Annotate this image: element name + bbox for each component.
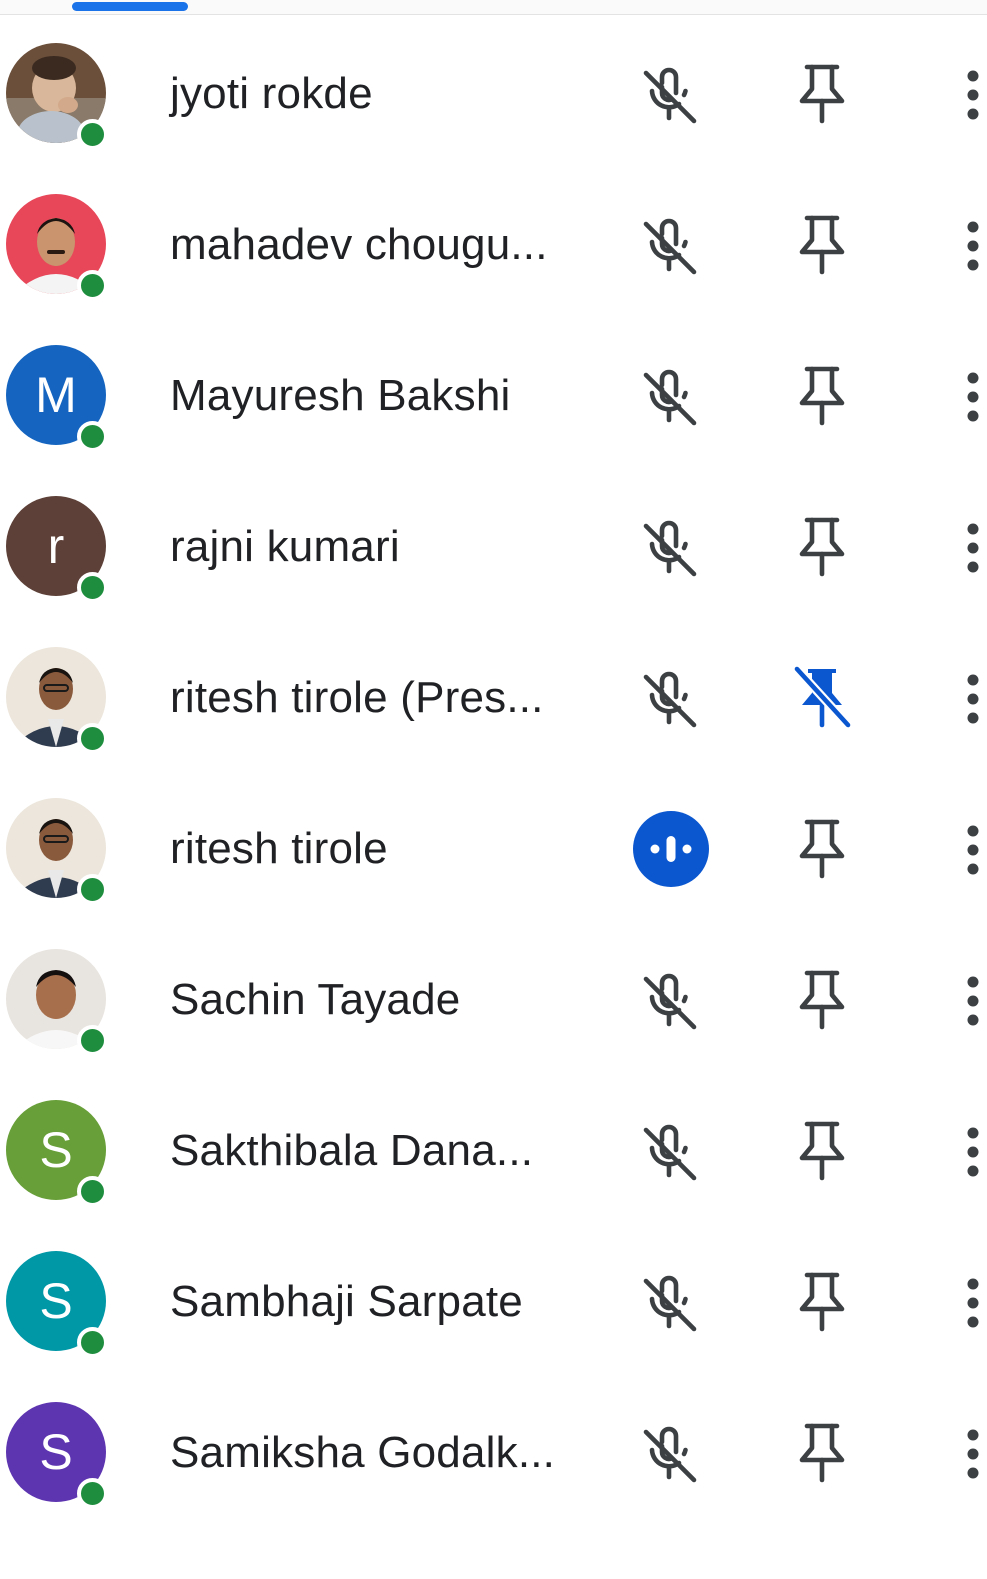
participant-row[interactable]: S Sakthibala Dana... xyxy=(0,1075,987,1226)
mic-muted-icon xyxy=(636,214,702,280)
pin-icon[interactable] xyxy=(793,1420,851,1486)
more-options-icon[interactable] xyxy=(958,666,987,732)
pin-icon[interactable] xyxy=(793,816,851,882)
pin-icon[interactable] xyxy=(793,1118,851,1184)
participant-name: rajni kumari xyxy=(170,522,400,571)
participant-list: Jjayashri satrejyoti rokdemahadev chougu… xyxy=(0,0,987,1528)
online-status-dot xyxy=(77,1478,108,1509)
participant-name: ritesh tirole (Pres... xyxy=(170,673,544,722)
participant-row[interactable]: M Mayuresh Bakshi xyxy=(0,320,987,471)
more-options-icon[interactable] xyxy=(958,968,987,1034)
online-status-dot xyxy=(77,572,108,603)
mic-muted-icon xyxy=(636,969,702,1035)
participant-row[interactable]: S Sambhaji Sarpate xyxy=(0,1226,987,1377)
unpin-icon[interactable] xyxy=(792,664,853,731)
scroll-indicator xyxy=(72,2,188,11)
participant-name: Sambhaji Sarpate xyxy=(170,1277,523,1326)
online-status-dot xyxy=(77,1176,108,1207)
speaking-indicator-icon xyxy=(633,811,709,887)
participant-row[interactable]: ritesh tirole (Pres... xyxy=(0,622,987,773)
online-status-dot xyxy=(77,119,108,150)
participant-row[interactable]: S Samiksha Godalk... xyxy=(0,1377,987,1528)
pin-icon[interactable] xyxy=(793,967,851,1033)
avatar-initial: S xyxy=(39,1122,73,1178)
online-status-dot xyxy=(77,1025,108,1056)
online-status-dot xyxy=(77,421,108,452)
pin-icon[interactable] xyxy=(793,212,851,278)
mic-muted-icon xyxy=(636,1422,702,1488)
online-status-dot xyxy=(77,1327,108,1358)
online-status-dot xyxy=(77,874,108,905)
pin-icon[interactable] xyxy=(793,363,851,429)
participant-row[interactable]: Sachin Tayade xyxy=(0,924,987,1075)
pin-icon[interactable] xyxy=(793,1269,851,1335)
more-options-icon[interactable] xyxy=(958,817,987,883)
avatar-initial: S xyxy=(39,1424,73,1480)
participant-name: Mayuresh Bakshi xyxy=(170,371,511,420)
mic-muted-icon xyxy=(636,667,702,733)
participant-name: mahadev chougu... xyxy=(170,220,548,269)
avatar-initial: M xyxy=(35,367,77,423)
online-status-dot xyxy=(77,270,108,301)
more-options-icon[interactable] xyxy=(958,364,987,430)
more-options-icon[interactable] xyxy=(958,213,987,279)
pin-icon[interactable] xyxy=(793,514,851,580)
participant-name: jyoti rokde xyxy=(170,69,373,118)
participant-name: Sachin Tayade xyxy=(170,975,461,1024)
participant-name: Sakthibala Dana... xyxy=(170,1126,534,1175)
mic-muted-icon xyxy=(636,1271,702,1337)
online-status-dot xyxy=(77,723,108,754)
avatar-initial: r xyxy=(47,518,65,574)
more-options-icon[interactable] xyxy=(958,1119,987,1185)
more-options-icon[interactable] xyxy=(958,62,987,128)
participant-row[interactable]: r rajni kumari xyxy=(0,471,987,622)
more-options-icon[interactable] xyxy=(958,515,987,581)
more-options-icon[interactable] xyxy=(958,1421,987,1487)
mic-muted-icon xyxy=(636,1120,702,1186)
mic-muted-icon xyxy=(636,63,702,129)
participant-row[interactable]: ritesh tirole xyxy=(0,773,987,924)
participant-name: ritesh tirole xyxy=(170,824,388,873)
more-options-icon[interactable] xyxy=(958,1270,987,1336)
mic-muted-icon xyxy=(636,516,702,582)
avatar-initial: S xyxy=(39,1273,73,1329)
participant-row[interactable]: jyoti rokde xyxy=(0,18,987,169)
participant-row[interactable]: mahadev chougu... xyxy=(0,169,987,320)
pin-icon[interactable] xyxy=(793,61,851,127)
mic-muted-icon xyxy=(636,365,702,431)
participant-name: Samiksha Godalk... xyxy=(170,1428,556,1477)
